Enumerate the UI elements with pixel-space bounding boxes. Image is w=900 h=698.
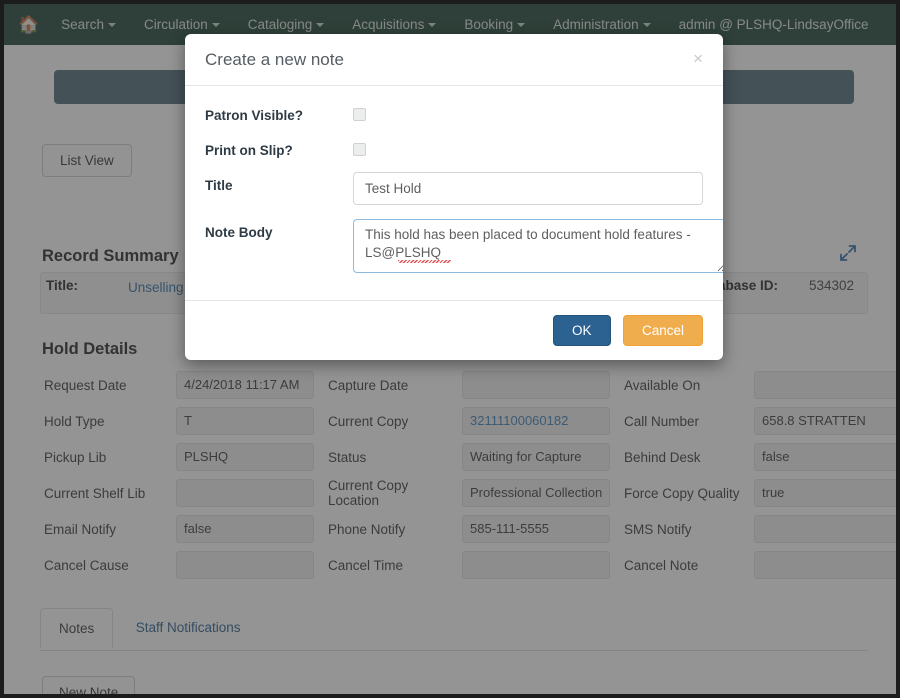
modal-title: Create a new note xyxy=(205,50,344,69)
print-on-slip-checkbox[interactable] xyxy=(353,143,366,156)
app-window: 🏠 Search Circulation Cataloging Acquisit… xyxy=(0,0,900,698)
ok-button[interactable]: OK xyxy=(553,315,611,346)
patron-visible-label: Patron Visible? xyxy=(205,108,304,123)
note-title-input[interactable] xyxy=(353,172,703,205)
field-row-note-body: Note Body xyxy=(205,219,723,278)
modal-body: Patron Visible? Print on Slip? Title Not… xyxy=(185,86,723,300)
field-row-patron-visible: Patron Visible? xyxy=(205,102,703,123)
create-note-modal: Create a new note × Patron Visible? Prin… xyxy=(185,34,723,360)
field-row-print-on-slip: Print on Slip? xyxy=(205,137,703,158)
note-title-label: Title xyxy=(205,178,233,193)
note-body-wrapper xyxy=(353,219,723,278)
note-body-textarea[interactable] xyxy=(353,219,723,273)
modal-header: Create a new note × xyxy=(185,34,723,86)
note-body-label: Note Body xyxy=(205,225,273,240)
cancel-button[interactable]: Cancel xyxy=(622,315,703,346)
patron-visible-checkbox[interactable] xyxy=(353,108,366,121)
close-icon[interactable]: × xyxy=(689,48,707,69)
modal-footer: OK Cancel xyxy=(185,300,723,360)
print-on-slip-label: Print on Slip? xyxy=(205,143,293,158)
field-row-title: Title xyxy=(205,172,703,205)
